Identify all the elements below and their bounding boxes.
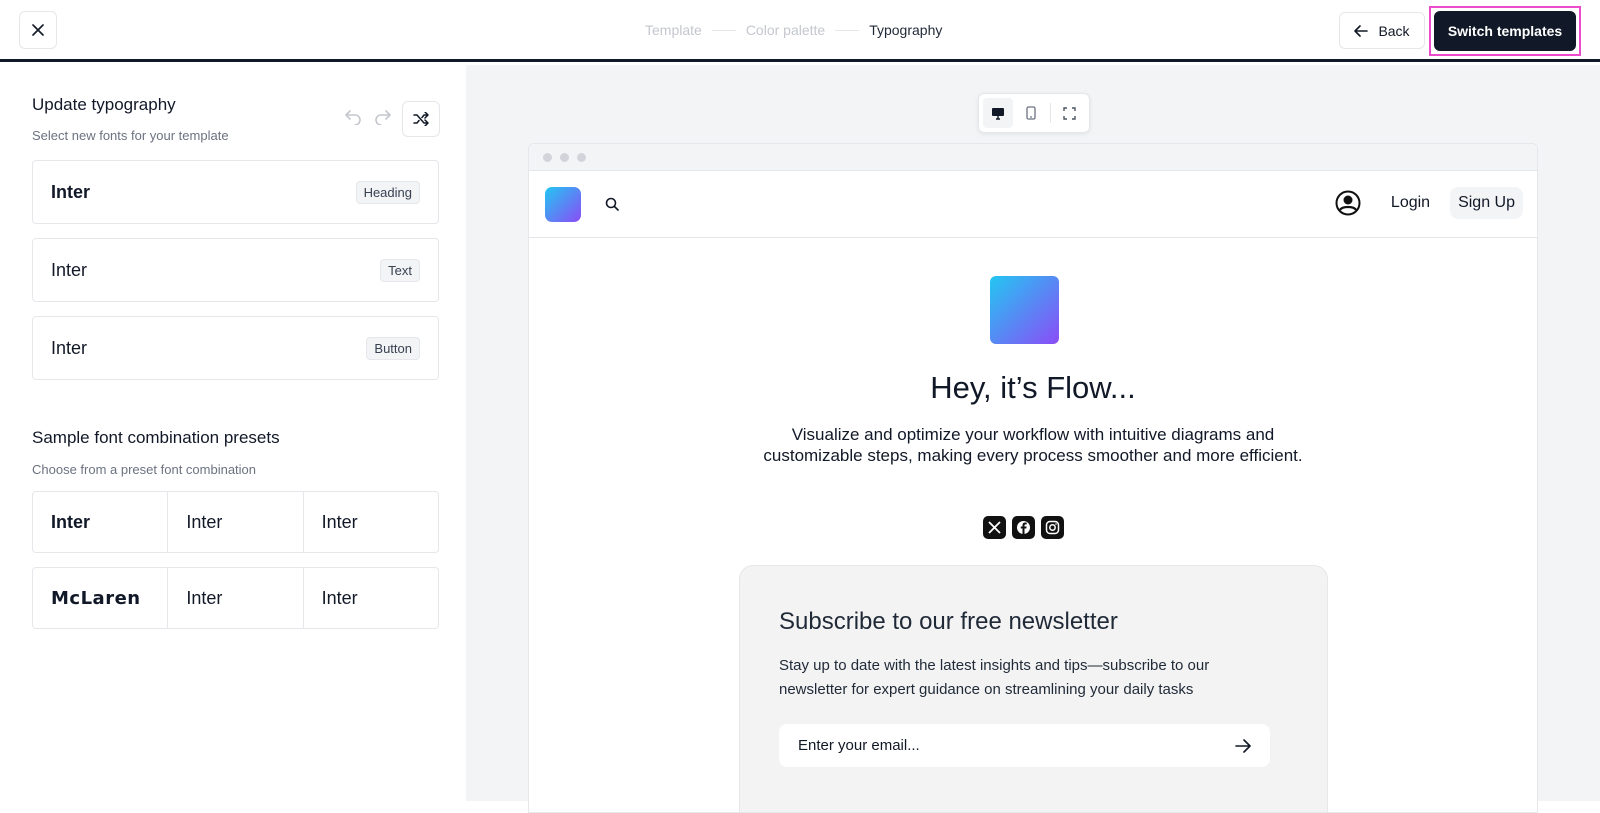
instagram-icon: [1045, 520, 1060, 535]
step-divider: [711, 29, 736, 31]
search-icon: [605, 197, 619, 211]
hero-logo: [990, 276, 1059, 344]
fullscreen-icon: [1063, 106, 1077, 120]
hero-title: Hey, it’s Flow...: [930, 370, 1136, 405]
shuffle-icon: [413, 112, 429, 126]
window-dot: [543, 152, 552, 162]
back-button[interactable]: Back: [1339, 12, 1425, 49]
newsletter-title: Subscribe to our free newsletter: [779, 608, 1118, 635]
preset-option[interactable]: McLaren Inter Inter: [32, 567, 439, 629]
top-bar: Template Color palette Typography Back S…: [0, 0, 1600, 62]
close-button[interactable]: [19, 11, 57, 49]
presets-subtitle: Choose from a preset font combination: [32, 462, 257, 477]
x-social-link[interactable]: [983, 516, 1006, 539]
redo-icon[interactable]: [374, 109, 392, 125]
facebook-icon: [1017, 521, 1030, 535]
arrow-left-icon: [1354, 24, 1369, 37]
heading-font-row[interactable]: Inter Heading: [32, 160, 439, 224]
desktop-view-button[interactable]: [983, 98, 1014, 128]
text-font-name: Inter: [51, 259, 88, 280]
step-color-palette[interactable]: Color palette: [746, 22, 825, 38]
window-dot: [560, 152, 569, 162]
preset-button-font: Inter: [321, 587, 358, 608]
user-icon[interactable]: [1335, 190, 1361, 216]
switch-templates-button[interactable]: Switch templates: [1434, 11, 1576, 51]
typography-subtitle: Select new fonts for your template: [32, 128, 229, 143]
preset-text-font: Inter: [168, 568, 304, 628]
preset-option[interactable]: Inter Inter Inter: [32, 491, 439, 553]
facebook-social-link[interactable]: [1012, 516, 1035, 539]
switch-templates-highlight: Switch templates: [1429, 6, 1581, 56]
undo-icon[interactable]: [344, 109, 362, 125]
toggle-divider: [1049, 103, 1051, 123]
text-tag: Text: [380, 258, 420, 282]
browser-frame: Login Sign Up Hey, it’s Flow... Visualiz…: [528, 143, 1538, 813]
close-icon: [32, 24, 44, 36]
login-link[interactable]: Login: [1391, 194, 1430, 212]
window-dot: [577, 152, 586, 162]
back-button-label: Back: [1378, 22, 1410, 39]
typography-title: Update typography: [32, 95, 176, 114]
site-nav-actions: Login Sign Up: [1335, 187, 1523, 219]
heading-tag: Heading: [355, 180, 420, 204]
mobile-icon: [1025, 106, 1036, 120]
newsletter-description: Stay up to date with the latest insights…: [779, 657, 1210, 698]
site-search[interactable]: [605, 197, 619, 211]
step-divider: [835, 29, 860, 31]
preview-canvas: Login Sign Up Hey, it’s Flow... Visualiz…: [466, 65, 1600, 813]
hero-description: Visualize and optimize your workflow wit…: [763, 425, 1303, 465]
preset-button-font: Inter: [321, 511, 358, 532]
preset-heading-font: Inter: [33, 492, 169, 552]
button-font-name: Inter: [51, 337, 88, 358]
x-icon: [988, 521, 1001, 534]
step-template[interactable]: Template: [645, 22, 702, 38]
newsletter-email-input[interactable]: Enter your email...: [779, 724, 1270, 767]
preset-text-font: Inter: [168, 492, 304, 552]
signup-button[interactable]: Sign Up: [1450, 187, 1523, 219]
text-font-row[interactable]: Inter Text: [32, 238, 439, 302]
button-font-row[interactable]: Inter Button: [32, 316, 439, 380]
instagram-social-link[interactable]: [1041, 516, 1064, 539]
fullscreen-button[interactable]: [1055, 98, 1085, 128]
site-navbar: Login Sign Up: [529, 171, 1537, 238]
newsletter-card: Subscribe to our free newsletter Stay up…: [739, 565, 1328, 812]
site-logo[interactable]: [545, 186, 581, 222]
device-toggle: [978, 93, 1090, 133]
social-links: [983, 516, 1064, 539]
hero-section: Hey, it’s Flow... Visualize and optimize…: [529, 238, 1537, 812]
typography-panel: Update typography Select new fonts for y…: [0, 65, 466, 801]
step-typography[interactable]: Typography: [869, 22, 942, 38]
preset-heading-font: McLaren: [33, 568, 169, 628]
desktop-icon: [992, 107, 1005, 120]
presets-title: Sample font combination presets: [32, 428, 280, 447]
heading-font-name: Inter: [51, 181, 91, 202]
mobile-view-button[interactable]: [1015, 98, 1045, 128]
history-controls: [344, 109, 392, 125]
email-placeholder: Enter your email...: [798, 737, 920, 754]
stepper: Template Color palette Typography: [645, 22, 942, 38]
arrow-right-icon[interactable]: [1235, 738, 1251, 753]
button-tag: Button: [366, 336, 420, 360]
browser-bar: [529, 144, 1537, 171]
shuffle-button[interactable]: [402, 101, 440, 137]
